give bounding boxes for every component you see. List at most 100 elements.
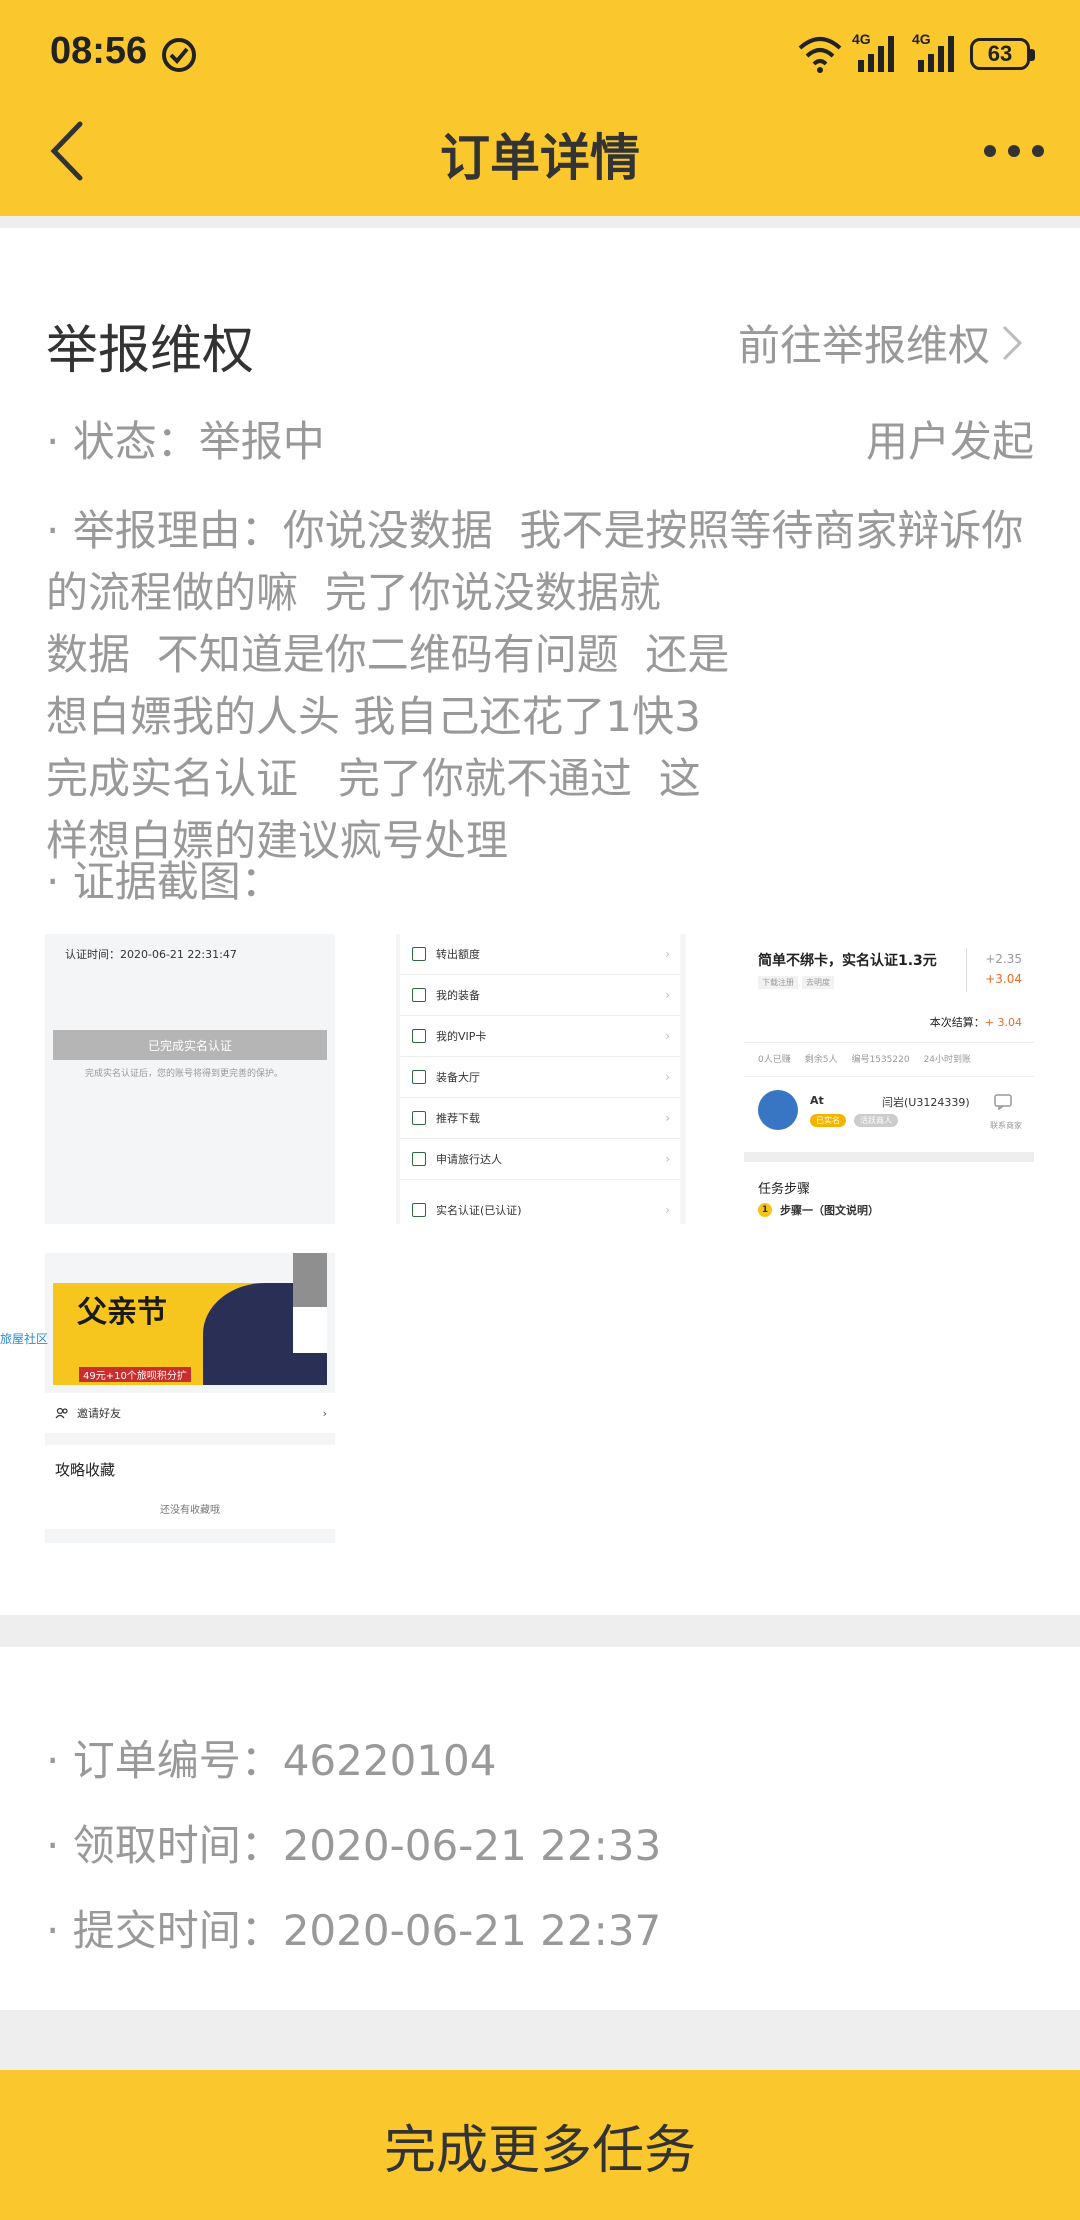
meta-id: 编号1535220 — [851, 1055, 910, 1065]
more-tasks-button[interactable]: 完成更多任务 — [0, 2070, 1080, 2220]
banner-text: 49元+10个旅呗积分扩 — [79, 1367, 191, 1382]
strategy-title: 攻略收藏 — [55, 1461, 116, 1479]
chevron-right-icon: › — [322, 1406, 327, 1420]
done-cert-button: 已完成实名认证 — [53, 1030, 327, 1060]
menu-item-icon — [412, 1203, 426, 1217]
merchant-name: 闫岩(U3124339) — [882, 1096, 970, 1109]
verified-badge: 已实名 — [810, 1114, 846, 1127]
meta-earned: 0人已赚 — [758, 1055, 791, 1065]
order-number: · 订单编号：46220104 — [46, 1736, 497, 1785]
status-time: 08:56 — [50, 30, 148, 72]
menu-item-icon — [412, 947, 426, 961]
task-meta: 0人已赚 剩余5人 编号1535220 24小时到账 — [758, 1052, 971, 1065]
evidence-screenshot-4[interactable]: 父亲节 49元+10个旅呗积分扩 邀请好友 › 攻略收藏 还没有收藏哦 — [45, 1253, 335, 1543]
chevron-right-icon — [1002, 325, 1023, 360]
report-reason: · 举报理由：你说没数据 我不是按照等待商家辩诉你的流程做的嘛 完了你说没数据就… — [46, 506, 1024, 865]
status-bar: 08:56 4G 4G 63 — [0, 0, 1080, 108]
list-item: 装备大厅 › — [400, 1057, 680, 1098]
report-initiator: 用户发起 — [865, 417, 1034, 466]
list-item: 我的VIP卡 › — [400, 1016, 680, 1057]
done-cert-note: 完成实名认证后，您的账号将得到更完善的保护。 — [85, 1069, 284, 1079]
active-badge: 活跃商人 — [854, 1114, 898, 1127]
menu-item-icon — [412, 1029, 426, 1043]
chevron-right-icon: › — [665, 1203, 670, 1217]
chevron-right-icon: › — [665, 1111, 670, 1125]
divider — [744, 1042, 1034, 1043]
evidence-screenshot-2[interactable]: 转出额度 › 我的装备 › 我的VIP卡 › 装备大厅 › 推荐下载 › 申请旅行达人 › … — [396, 934, 686, 1224]
report-status-row: · 状态：举报中 用户发起 — [46, 408, 1034, 469]
chevron-right-icon: › — [665, 1152, 670, 1166]
list-item: 推荐下载 › — [400, 1098, 680, 1139]
task-tag: 下载注册 — [758, 976, 798, 989]
list-item-label: 推荐下载 — [436, 1112, 480, 1125]
evidence-label: · 证据截图： — [46, 857, 283, 906]
list-item: 我的装备 › — [400, 975, 680, 1016]
svg-text:4G: 4G — [912, 31, 931, 47]
receive-time: · 领取时间：2020-06-21 22:33 — [46, 1821, 662, 1870]
list-item-label: 申请旅行达人 — [436, 1153, 502, 1166]
submit-time: · 提交时间：2020-06-21 22:37 — [46, 1906, 662, 1955]
list-item-label: 转出额度 — [436, 948, 480, 961]
invite-label: 邀请好友 — [77, 1407, 121, 1420]
menu-item-icon — [412, 1111, 426, 1125]
list-item-label: 我的VIP卡 — [436, 1030, 487, 1043]
cert-time: 认证时间：2020-06-21 22:31:47 — [65, 948, 237, 961]
invite-friends-row: 邀请好友 › — [45, 1393, 335, 1433]
list-item-label: 实名认证(已认证) — [436, 1204, 522, 1217]
report-section-title: 举报维权 — [46, 321, 255, 381]
menu-item-icon — [412, 1070, 426, 1084]
menu-item-icon — [412, 988, 426, 1002]
goto-report-label: 前往举报维权 — [737, 321, 990, 370]
chevron-right-icon: › — [665, 947, 670, 961]
settle-label: 本次结算： — [929, 1016, 985, 1029]
step-number: 1 — [758, 1203, 772, 1217]
list-item: 转出额度 › — [400, 934, 680, 975]
strategy-empty: 还没有收藏哦 — [160, 1505, 220, 1516]
evidence-screenshot-3[interactable]: 简单不绑卡，实名认证1.3元 下载注册 去明度 +2.35 +3.04 本次结算… — [744, 934, 1034, 1224]
avatar — [758, 1090, 798, 1130]
community-label: 旅屋社区 — [0, 1332, 49, 1346]
divider — [966, 948, 967, 992]
divider — [744, 1152, 1034, 1162]
users-icon — [55, 1407, 68, 1419]
task-tags: 下载注册 去明度 — [758, 976, 834, 989]
price-1: +2.35 — [985, 952, 1022, 966]
menu-list: 转出额度 › 我的装备 › 我的VIP卡 › 装备大厅 › 推荐下载 › 申请旅行达人 › … — [400, 934, 680, 1224]
battery-indicator: 63 — [970, 38, 1035, 70]
list-item: 申请旅行达人 › — [400, 1139, 680, 1180]
report-status: · 状态：举报中 — [46, 417, 325, 466]
check-circle-icon — [162, 38, 196, 72]
steps-title: 任务步骤 — [758, 1182, 811, 1197]
divider — [744, 1076, 1034, 1077]
contact-merchant: 联系商家 — [990, 1121, 1022, 1130]
meta-remaining: 剩余5人 — [804, 1055, 838, 1065]
list-item-label: 我的装备 — [436, 989, 480, 1002]
scroll-handle — [293, 1253, 327, 1353]
task-tag: 去明度 — [802, 976, 834, 989]
goto-report-link[interactable]: 前往举报维权 — [738, 312, 1024, 373]
more-options-icon[interactable] — [982, 140, 1046, 162]
menu-item-icon — [412, 1152, 426, 1166]
app-header: 08:56 4G 4G 63 订单详情 — [0, 0, 1080, 216]
meta-payout: 24小时到账 — [923, 1055, 972, 1065]
order-info-card: · 订单编号：46220104 · 领取时间：2020-06-21 22:33 … — [0, 1647, 1080, 2010]
wifi-icon — [798, 37, 842, 73]
report-card: 举报维权 前往举报维权 · 状态：举报中 用户发起 · 举报理由：你说没数据 我… — [0, 228, 1080, 1615]
svg-text:4G: 4G — [852, 31, 871, 47]
chevron-right-icon: › — [665, 988, 670, 1002]
cell-signal-icon-2: 4G — [912, 31, 954, 72]
step-label: 步骤一（图文说明） — [780, 1204, 879, 1217]
step-item: 1 步骤一（图文说明） — [758, 1202, 879, 1218]
fathers-day-banner: 父亲节 49元+10个旅呗积分扩 — [53, 1283, 327, 1385]
banner-title: 父亲节 — [77, 1295, 167, 1330]
strategy-favorites: 攻略收藏 还没有收藏哦 — [45, 1445, 335, 1529]
settle-amount: 本次结算：+ 3.04 — [930, 1014, 1022, 1030]
evidence-screenshot-1[interactable]: 认证时间：2020-06-21 22:31:47 已完成实名认证 完成实名认证后… — [45, 934, 335, 1224]
chat-icon — [994, 1094, 1012, 1110]
list-item-label: 装备大厅 — [436, 1071, 480, 1084]
chevron-right-icon: › — [665, 1070, 670, 1084]
list-item: 实名认证(已认证) › — [400, 1190, 680, 1224]
price-2: +3.04 — [985, 972, 1022, 986]
task-title: 简单不绑卡，实名认证1.3元 — [758, 953, 937, 969]
settle-value: + 3.04 — [984, 1016, 1022, 1029]
